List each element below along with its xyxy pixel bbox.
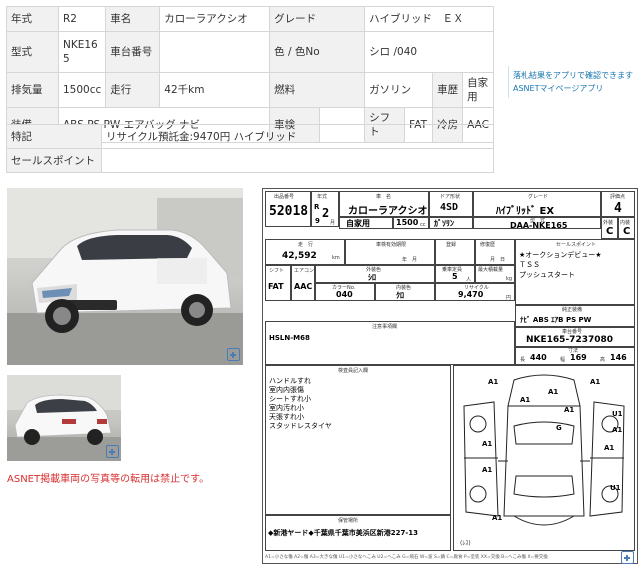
- car-photo-thumbnail[interactable]: [7, 375, 121, 461]
- sheet-inspector-notes: 検査員記入欄 ハンドルすれ 室内内張傷 シートすれ小 室内汚れ小 天張すれ小 ス…: [265, 365, 451, 515]
- sheet-door-cell: ドア形状 4SD: [429, 191, 473, 217]
- notes-label: 特記: [6, 124, 102, 149]
- sheet-lot-cell: 出品番号 52018: [265, 191, 311, 227]
- sheet-model-cell: 車 名 カローラアクシオ: [339, 191, 429, 217]
- sheet-score: 4: [614, 201, 622, 216]
- model-label: 車名: [105, 6, 161, 32]
- history-label: 車歴: [432, 72, 464, 108]
- displacement-value: 1500cc: [57, 72, 107, 108]
- sheet-notes-box: 注意事項欄 HSLN-M68: [265, 321, 515, 365]
- sheet-parking-box: 保管場所 ◆新港ヤード◆千葉県千葉市美浜区新港227-13: [265, 515, 451, 551]
- displacement-label: 排気量: [6, 72, 59, 108]
- sheet-model: カローラアクシオ: [348, 206, 428, 217]
- sheet-grade-cell: グレード ﾊｲﾌﾞﾘｯﾄﾞ EX: [473, 191, 601, 217]
- sheet-mileage: 42,592: [282, 251, 317, 261]
- sheet-lot-number: 52018: [269, 204, 309, 219]
- type-value: NKE165: [57, 31, 107, 73]
- sheet-recycle-fee: 9,470: [458, 290, 484, 299]
- zoom-icon[interactable]: [621, 551, 634, 564]
- promo-line-2: ASNETマイページアプリ: [513, 84, 604, 93]
- app-promo-link[interactable]: 落札結果をアプリで確認できます ASNETマイページアプリ: [508, 66, 642, 98]
- mileage-label: 走行: [105, 72, 161, 108]
- sheet-interior-grade: C: [623, 226, 631, 237]
- grade-label: グレード: [269, 6, 366, 32]
- car-rear-image: [7, 375, 121, 461]
- zoom-icon[interactable]: [106, 445, 119, 458]
- chassis-value: [159, 31, 271, 73]
- grade-value: ハイブリッド ＥＸ: [364, 6, 494, 32]
- sheet-frame-number: NKE165-7237080: [526, 335, 614, 345]
- chassis-label: 車台番号: [105, 31, 161, 73]
- sheet-exterior-grade: C: [606, 226, 614, 237]
- sheet-damage-diagram: A1 A1 A1 A1 A1 U1 A1 G A1 A1 A1 U1 A1 (ﾚ…: [453, 365, 635, 551]
- copyright-notice: ASNET掲載車両の写真等の転用は禁止です。: [7, 474, 210, 485]
- fuel-label: 燃料: [269, 72, 366, 108]
- mileage-value: 42千km: [159, 72, 271, 108]
- sheet-type: DAA-NKE165: [510, 221, 568, 230]
- type-label: 型式: [6, 31, 59, 73]
- promo-line-1: 落札結果をアプリで確認できます: [513, 71, 633, 80]
- sheet-score-cell: 評価点 4: [601, 191, 635, 217]
- notes-value: リサイクル預託金:9470円 ハイブリッド: [101, 124, 494, 149]
- sheet-equipment: ﾅﾋﾞ ABS ｴｱB PS PW: [520, 316, 592, 324]
- fuel-value: ガソリン: [364, 72, 434, 108]
- sheet-legend: A1=小さな傷 A2=傷 A3=大きな傷 U1=小さなへこみ U2=へこみ G=…: [265, 555, 548, 560]
- color-label: 色 / 色No: [269, 31, 366, 73]
- sales-point-value: [101, 148, 494, 173]
- history-value: 自家用: [462, 72, 494, 108]
- extra-info-table: 特記 リサイクル預託金:9470円 ハイブリッド セールスポイント: [6, 124, 494, 173]
- sales-point-label: セールスポイント: [6, 148, 102, 173]
- vehicle-spec-table: 年式 R2 車名 カローラアクシオ グレード ハイブリッド ＥＸ 型式 NKE1…: [6, 6, 494, 143]
- sheet-parking-address: ◆新港ヤード◆千葉県千葉市美浜区新港227-13: [268, 529, 419, 537]
- sheet-grade: ﾊｲﾌﾞﾘｯﾄﾞ EX: [496, 206, 555, 217]
- model-value: カローラアクシオ: [159, 6, 271, 32]
- car-photo-main[interactable]: [7, 188, 243, 365]
- sheet-sales-point-box: セールスポイント ★オークションデビュー★ ＴＳＳ プッシュスタート: [515, 239, 635, 305]
- auction-sheet[interactable]: 出品番号 52018 年式 R 2 車 名 カローラアクシオ ドア形状 4SD …: [262, 188, 638, 564]
- car-front-image: [7, 188, 243, 365]
- year-label: 年式: [6, 6, 59, 32]
- color-value: シロ /040: [364, 31, 494, 73]
- zoom-icon[interactable]: [227, 348, 240, 361]
- year-value: R2: [57, 6, 107, 32]
- car-diagram-icon: [463, 374, 625, 526]
